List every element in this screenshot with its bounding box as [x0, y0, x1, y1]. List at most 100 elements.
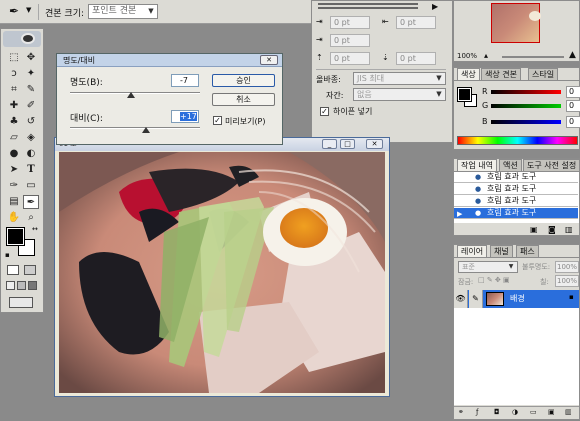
crop-tool-icon[interactable]: ⌗ — [6, 83, 22, 97]
green-channel-slider[interactable] — [491, 104, 561, 108]
delete-layer-icon[interactable]: ▥ — [565, 408, 572, 416]
eraser-tool-icon[interactable]: ▱ — [6, 131, 22, 145]
dodge-tool-icon[interactable]: ◐ — [23, 147, 39, 161]
navigator-zoom-slider[interactable] — [502, 56, 564, 58]
clone-stamp-tool-icon[interactable]: ♣ — [6, 115, 22, 129]
paint-bucket-tool-icon[interactable]: ◈ — [23, 131, 39, 145]
cancel-button[interactable]: 취소 — [212, 93, 275, 106]
layer-style-icon[interactable]: ƒ — [476, 408, 478, 416]
layer-link-icon[interactable]: ✎ — [469, 290, 483, 308]
blue-channel-slider[interactable] — [491, 120, 561, 124]
space-before-field[interactable]: 0 pt — [330, 52, 370, 65]
tab-layers[interactable]: 레이어 — [457, 245, 488, 257]
opacity-field[interactable]: 100% — [555, 261, 579, 273]
indent-right-field[interactable]: 0 pt — [396, 16, 436, 29]
move-tool-icon[interactable]: ✥ — [23, 51, 39, 65]
zoom-in-icon[interactable]: ▲ — [569, 50, 576, 60]
history-item[interactable]: ● 흐림 효과 도구 — [454, 184, 578, 195]
tab-channels[interactable]: 채널 — [490, 245, 513, 257]
contrast-input[interactable]: +17 — [171, 110, 199, 123]
document-image[interactable] — [59, 152, 385, 393]
history-item[interactable]: ● 흐림 효과 도구 — [454, 172, 578, 183]
green-channel-value[interactable]: 0 — [566, 100, 580, 112]
magic-wand-tool-icon[interactable]: ✦ — [23, 67, 39, 81]
tab-swatches[interactable]: 색상 견본 — [481, 68, 521, 80]
history-item-selected[interactable]: ▶ ● 흐림 효과 도구 — [454, 208, 578, 219]
trash-icon[interactable]: ▥ — [565, 225, 573, 234]
brightness-slider-track[interactable] — [70, 92, 200, 94]
notes-tool-icon[interactable]: ▤ — [6, 195, 22, 209]
navigator-zoom-value[interactable]: 100% — [457, 52, 477, 60]
path-selection-tool-icon[interactable]: ➤ — [6, 163, 22, 177]
eyedropper-icon[interactable]: ✒ — [9, 4, 19, 18]
ok-button[interactable]: 승인 — [212, 74, 275, 87]
history-item[interactable]: ● 흐림 효과 도구 — [454, 196, 578, 207]
red-channel-value[interactable]: 0 — [566, 86, 580, 98]
new-group-icon[interactable]: ▭ — [530, 408, 537, 416]
screen-mode-full-menu-button[interactable] — [17, 281, 26, 290]
image-document-window[interactable]: 01 포 _ □ ✕ — [54, 137, 390, 397]
sample-size-select[interactable]: 포인트 견본 ▼ — [88, 4, 158, 19]
panel-menu-icon[interactable]: ▶ — [432, 2, 438, 11]
preview-checkbox[interactable]: ✓ — [213, 116, 222, 125]
standard-mode-button[interactable] — [7, 265, 19, 275]
contrast-slider-track[interactable] — [70, 127, 200, 129]
layer-row-background[interactable]: 👁 ✎ 배경 ▪ — [454, 290, 579, 308]
navigator-thumbnail[interactable] — [491, 3, 540, 43]
dialog-titlebar[interactable]: 명도/대비 ✕ — [57, 54, 282, 67]
screen-mode-standard-button[interactable] — [6, 281, 15, 290]
new-layer-icon[interactable]: ▣ — [548, 408, 555, 416]
blend-mode-select[interactable]: 표준 ▼ — [458, 261, 518, 273]
type-tool-icon[interactable]: T — [23, 163, 39, 177]
screen-mode-full-button[interactable] — [28, 281, 37, 290]
default-colors-icon[interactable]: ▪ — [5, 251, 10, 259]
layer-visibility-icon[interactable]: 👁 — [454, 290, 468, 308]
eye-logo-icon[interactable] — [21, 33, 35, 44]
link-layers-icon[interactable]: ⚭ — [458, 408, 464, 416]
new-snapshot-icon[interactable]: ◙ — [548, 225, 556, 234]
blur-tool-icon[interactable]: ● — [6, 147, 22, 161]
fill-field[interactable]: 100% — [555, 275, 579, 287]
brightness-input[interactable]: -7 — [171, 74, 199, 87]
zoom-tool-icon[interactable]: ⌕ — [23, 211, 39, 225]
brightness-slider-thumb[interactable] — [127, 92, 135, 98]
swap-colors-icon[interactable]: ↔ — [32, 225, 38, 233]
healing-brush-tool-icon[interactable]: ✚ — [6, 99, 22, 113]
tab-history[interactable]: 작업 내역 — [457, 159, 497, 171]
red-channel-slider[interactable] — [491, 90, 561, 94]
tool-preset-dropdown[interactable]: ▼ — [26, 6, 31, 14]
kinsoku-select[interactable]: 없음 ▼ — [353, 88, 446, 101]
jump-to-imageready-button[interactable] — [9, 297, 33, 308]
color-panel-fg-swatch[interactable] — [457, 87, 472, 102]
adjustment-layer-icon[interactable]: ◑ — [512, 408, 518, 416]
hyphenate-checkbox[interactable]: ✓ — [320, 107, 329, 116]
color-spectrum-bar[interactable] — [457, 136, 578, 145]
space-after-field[interactable]: 0 pt — [396, 52, 436, 65]
foreground-color-swatch[interactable] — [6, 227, 25, 246]
zoom-out-icon[interactable]: ▴ — [484, 51, 488, 60]
eyedropper-tool-icon[interactable]: ✒ — [23, 195, 39, 209]
mojikumi-select[interactable]: JIS 최대 ▼ — [353, 72, 446, 85]
new-document-from-state-icon[interactable]: ▣ — [530, 225, 538, 234]
indent-left-field[interactable]: 0 pt — [330, 16, 370, 29]
brush-tool-icon[interactable]: ✐ — [23, 99, 39, 113]
maximize-button[interactable]: □ — [340, 139, 355, 149]
lasso-tool-icon[interactable]: ↄ — [6, 67, 22, 81]
layer-mask-icon[interactable]: ◘ — [494, 408, 500, 416]
lock-icons[interactable]: □ ✎ ✥ ▣ — [478, 276, 510, 284]
quick-mask-mode-button[interactable] — [24, 265, 36, 275]
first-line-indent-field[interactable]: 0 pt — [330, 34, 370, 47]
minimize-button[interactable]: _ — [322, 139, 337, 149]
dialog-close-button[interactable]: ✕ — [260, 55, 278, 65]
slice-tool-icon[interactable]: ✎ — [23, 83, 39, 97]
tab-actions[interactable]: 액션 — [499, 159, 522, 171]
tab-paths[interactable]: 패스 — [516, 245, 539, 257]
tab-tool-presets[interactable]: 도구 사전 설정 — [523, 159, 580, 171]
marquee-tool-icon[interactable]: ⬚ — [6, 51, 22, 65]
blue-channel-value[interactable]: 0 — [566, 116, 580, 128]
close-button[interactable]: ✕ — [366, 139, 383, 149]
history-brush-tool-icon[interactable]: ↺ — [23, 115, 39, 129]
pen-tool-icon[interactable]: ✑ — [6, 179, 22, 193]
shape-tool-icon[interactable]: ▭ — [23, 179, 39, 193]
tab-styles[interactable]: 스타일 — [528, 68, 559, 80]
